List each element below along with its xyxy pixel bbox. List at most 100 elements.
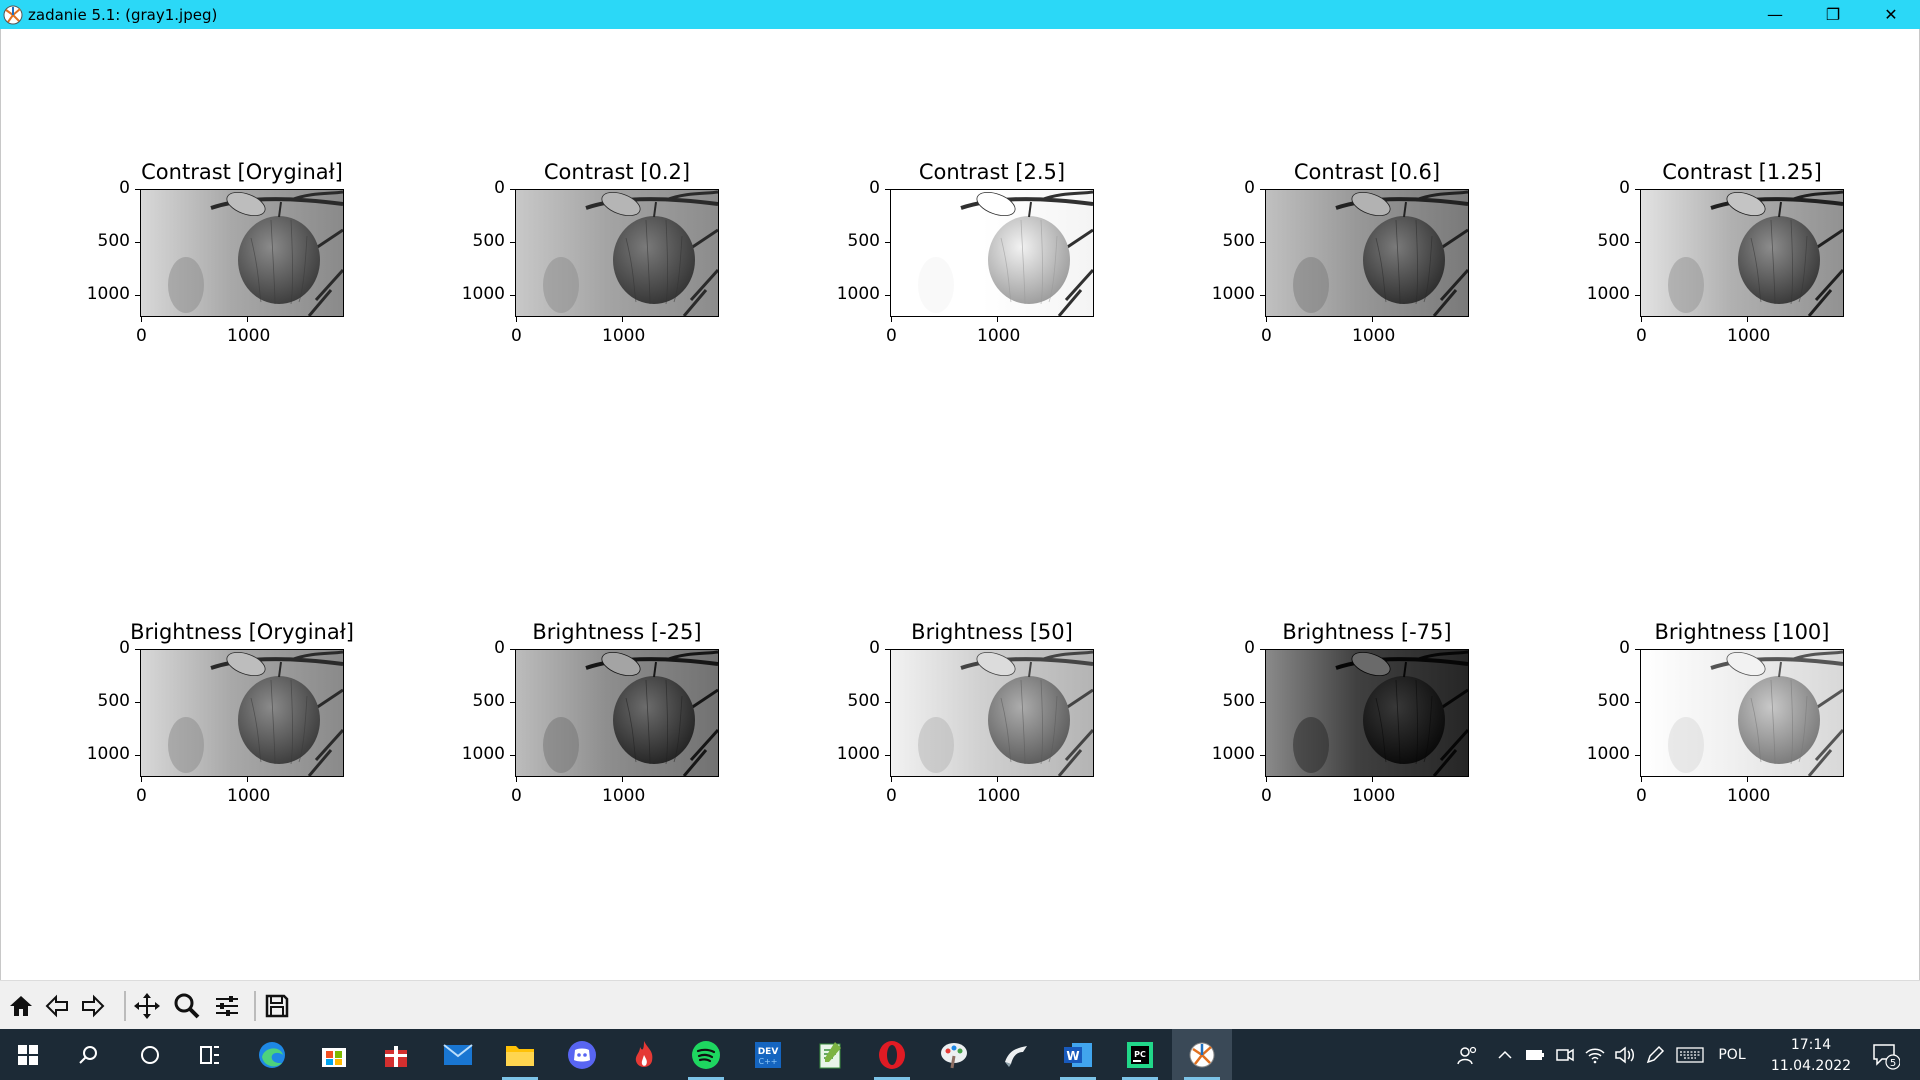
image-axes[interactable] — [1640, 649, 1844, 777]
cortana-icon[interactable] — [122, 1029, 178, 1080]
y-tick-label: 500 — [847, 231, 880, 251]
subplot-title: Brightness [-75] — [1282, 620, 1452, 644]
x-tick — [891, 317, 892, 322]
save-icon[interactable] — [260, 989, 294, 1023]
wifi-icon[interactable] — [1580, 1046, 1610, 1064]
home-icon[interactable] — [4, 989, 38, 1023]
y-tick-label: 500 — [1222, 231, 1255, 251]
image-axes[interactable] — [1265, 189, 1469, 317]
image-axes[interactable] — [1265, 649, 1469, 777]
restore-button[interactable]: ❐ — [1804, 0, 1862, 29]
image-axes[interactable] — [1640, 189, 1844, 317]
clock-time: 17:14 — [1790, 1037, 1832, 1053]
matplotlib-taskbar-icon[interactable] — [1172, 1029, 1232, 1080]
configure-icon[interactable] — [210, 989, 244, 1023]
x-tick — [891, 777, 892, 782]
navigation-toolbar — [0, 980, 1920, 1030]
keyboard-icon[interactable] — [1670, 1046, 1710, 1063]
file-explorer-icon[interactable] — [492, 1029, 548, 1080]
y-tick-label: 1000 — [836, 284, 880, 304]
x-tick-label: 0 — [136, 326, 147, 346]
chevron-up-icon[interactable] — [1490, 1047, 1520, 1063]
subplot-panel[interactable]: Contrast [0.6] 0 500 1000 0 1000 — [1125, 158, 1469, 358]
forward-icon[interactable] — [76, 989, 110, 1023]
subplot-panel[interactable]: Contrast [1.25] 0 500 1000 0 1000 — [1500, 158, 1844, 358]
notifications-icon[interactable]: 5 — [1860, 1029, 1910, 1080]
y-tick-label: 500 — [1222, 691, 1255, 711]
notepadpp-icon[interactable] — [802, 1029, 858, 1080]
opera-icon[interactable] — [864, 1029, 920, 1080]
x-tick-label: 1000 — [977, 326, 1021, 346]
subplot-panel[interactable]: Brightness [Oryginał] 0 500 1000 0 1000 — [0, 618, 354, 818]
subplot-panel[interactable]: Contrast [0.2] 0 500 1000 0 1000 — [375, 158, 719, 358]
pan-icon[interactable] — [130, 989, 164, 1023]
title-bar: zadanie 5.1: (gray1.jpeg) — ❐ ✕ — [0, 0, 1920, 29]
image-axes[interactable] — [890, 189, 1094, 317]
y-tick-label: 0 — [1244, 178, 1255, 198]
paint-icon[interactable] — [926, 1029, 982, 1080]
start-icon[interactable] — [0, 1029, 56, 1080]
word-icon[interactable]: W — [1050, 1029, 1106, 1080]
close-button[interactable]: ✕ — [1862, 0, 1920, 29]
pen-icon[interactable] — [1640, 1045, 1670, 1065]
search-icon[interactable] — [60, 1029, 116, 1080]
x-tick-label: 1000 — [1727, 786, 1771, 806]
toolbar-separator — [124, 991, 126, 1021]
image-axes[interactable] — [890, 649, 1094, 777]
y-tick — [135, 295, 140, 296]
pycharm-icon[interactable]: PC — [1112, 1029, 1168, 1080]
subplot-panel[interactable]: Contrast [Oryginał] 0 500 1000 0 1000 — [0, 158, 344, 358]
y-tick — [510, 295, 515, 296]
language-indicator[interactable]: POL — [1712, 1047, 1752, 1063]
clock[interactable]: 17:14 11.04.2022 — [1766, 1035, 1856, 1077]
spotify-icon[interactable] — [678, 1029, 734, 1080]
people-icon[interactable] — [1450, 1044, 1484, 1066]
y-tick-label: 500 — [1597, 231, 1630, 251]
store-icon[interactable] — [306, 1029, 362, 1080]
y-tick — [135, 702, 140, 703]
flame-app-icon[interactable] — [616, 1029, 672, 1080]
image-axes[interactable] — [515, 189, 719, 317]
x-tick-label: 0 — [136, 786, 147, 806]
edge-icon[interactable] — [244, 1029, 300, 1080]
x-tick — [1641, 317, 1642, 322]
image-axes[interactable] — [140, 189, 344, 317]
gift-icon[interactable] — [368, 1029, 424, 1080]
y-tick — [1260, 242, 1265, 243]
y-tick — [1635, 295, 1640, 296]
arrow-app-icon[interactable] — [988, 1029, 1044, 1080]
subplot-panel[interactable]: Brightness [50] 0 500 1000 0 1000 — [750, 618, 1094, 818]
zoom-icon[interactable] — [170, 989, 204, 1023]
x-tick — [516, 777, 517, 782]
y-tick — [135, 649, 140, 650]
volume-icon[interactable] — [1610, 1045, 1640, 1064]
battery-icon[interactable] — [1520, 1048, 1550, 1062]
minimize-button[interactable]: — — [1746, 0, 1804, 29]
devcpp-icon[interactable]: DEV C++ — [740, 1029, 796, 1080]
subplot-panel[interactable]: Brightness [-25] 0 500 1000 0 1000 — [375, 618, 719, 818]
back-icon[interactable] — [40, 989, 74, 1023]
discord-icon[interactable] — [554, 1029, 610, 1080]
mail-icon[interactable] — [430, 1029, 486, 1080]
image-axes[interactable] — [140, 649, 344, 777]
window-title: zadanie 5.1: (gray1.jpeg) — [28, 5, 218, 24]
task-view-icon[interactable] — [182, 1029, 238, 1080]
subplot-title: Brightness [50] — [911, 620, 1073, 644]
y-tick — [1635, 189, 1640, 190]
y-tick — [1260, 702, 1265, 703]
y-tick — [885, 189, 890, 190]
subplot-panel[interactable]: Contrast [2.5] 0 500 1000 0 1000 — [750, 158, 1094, 358]
y-tick — [885, 649, 890, 650]
matplotlib-app-icon — [3, 5, 23, 24]
image-axes[interactable] — [515, 649, 719, 777]
subplot-panel[interactable]: Brightness [-75] 0 500 1000 0 1000 — [1125, 618, 1469, 818]
camera-icon[interactable] — [1550, 1046, 1580, 1064]
subplot-panel[interactable]: Brightness [100] 0 500 1000 0 1000 — [1500, 618, 1844, 818]
subplot-title: Brightness [100] — [1654, 620, 1830, 644]
x-tick-label: 0 — [1636, 786, 1647, 806]
subplot-title: Contrast [0.2] — [543, 160, 691, 184]
y-tick — [510, 189, 515, 190]
x-tick — [997, 317, 998, 322]
y-tick — [510, 755, 515, 756]
y-tick — [1260, 755, 1265, 756]
